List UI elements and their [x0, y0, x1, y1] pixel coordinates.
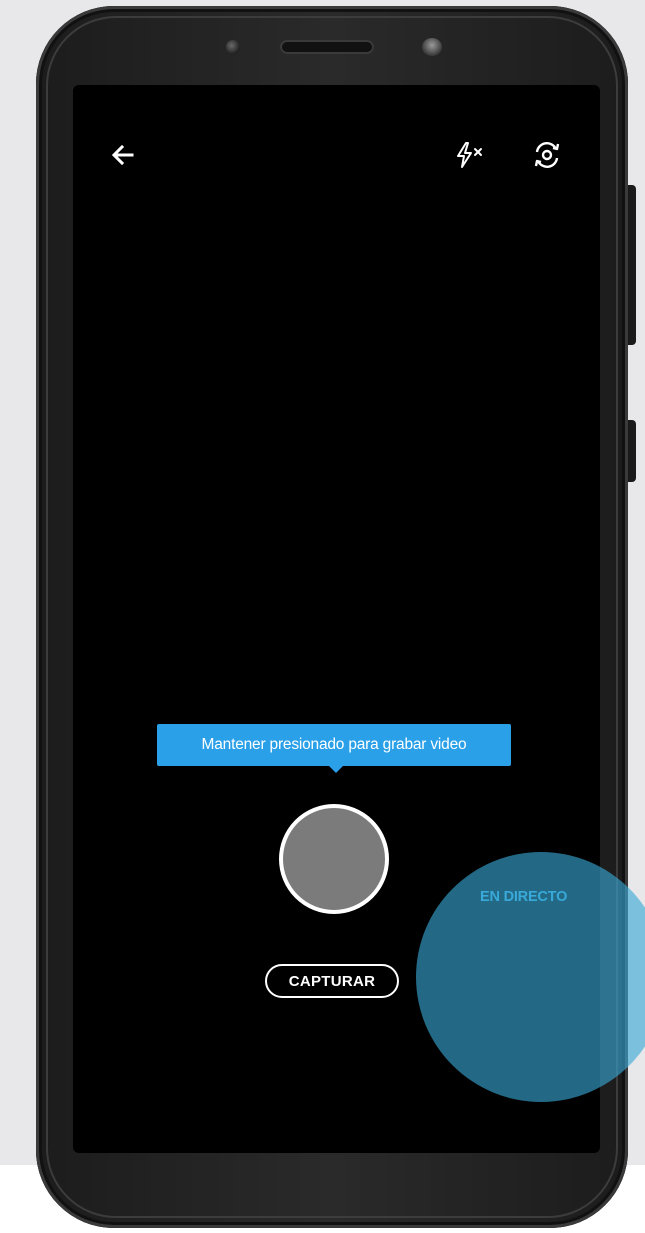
- shutter-button[interactable]: [279, 804, 389, 914]
- camera-flip-icon: [534, 142, 560, 168]
- back-button[interactable]: [103, 135, 143, 175]
- mode-live-tab[interactable]: EN DIRECTO: [480, 882, 610, 912]
- flash-off-icon: [457, 142, 482, 168]
- arrow-left-icon: [111, 144, 134, 166]
- earpiece-speaker: [280, 40, 374, 54]
- flash-toggle-button[interactable]: [449, 135, 493, 175]
- proximity-sensor-icon: [422, 38, 442, 56]
- front-camera-icon: [226, 40, 240, 54]
- record-tooltip: Mantener presionado para grabar video: [157, 724, 511, 766]
- tooltip-arrow: [328, 765, 344, 773]
- flip-camera-button[interactable]: [525, 135, 569, 175]
- mode-capture-tab[interactable]: CAPTURAR: [265, 964, 399, 998]
